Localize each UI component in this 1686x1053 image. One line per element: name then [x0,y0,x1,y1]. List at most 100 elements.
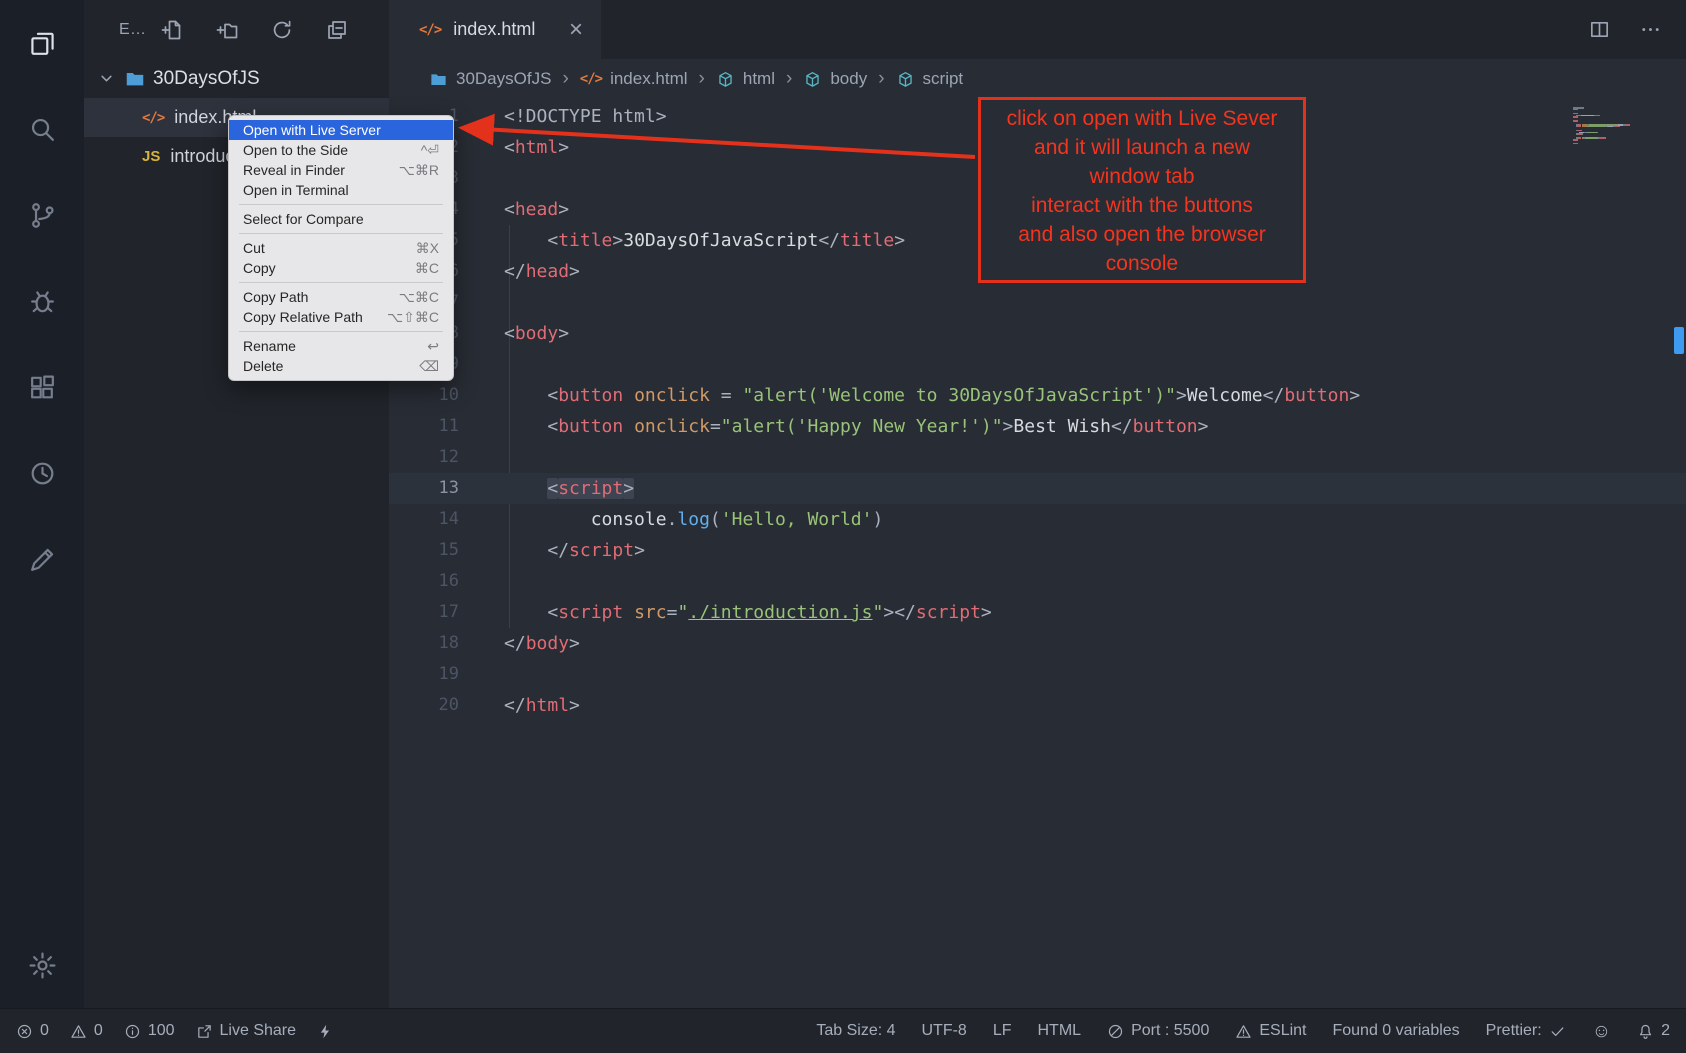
js-file-icon: JS [142,148,160,165]
status-label: Port : 5500 [1131,1022,1209,1040]
breadcrumb-label: 30DaysOfJS [456,69,551,89]
menu-item-label: Copy [243,260,403,276]
explorer-header: E… [84,0,389,59]
line-number: 14 [389,504,459,535]
breadcrumb-separator: › [699,68,705,90]
collapse-all-icon[interactable] [325,18,349,42]
menu-item-reveal-in-finder[interactable]: Reveal in Finder⌥⌘R [229,160,453,180]
status-100[interactable]: 100 [124,1022,175,1040]
code-line-13[interactable]: 13 <script> [389,473,1686,504]
annotation-box: click on open with Live Severand it will… [978,97,1306,283]
annotation-line: and also open the browser [981,220,1303,249]
html-file-icon: </> [580,71,602,87]
breadcrumb-item-body[interactable]: body [803,69,867,89]
check-icon [1549,1023,1566,1040]
code-line-19[interactable]: 19 [389,659,1686,690]
status-smiley-icon[interactable]: ☺ [1592,1022,1611,1041]
status-lightning-icon[interactable] [317,1023,334,1040]
menu-item-shortcut: ⌥⌘C [399,289,439,306]
activity-run-debug-icon[interactable] [0,258,84,344]
status-utf-8[interactable]: UTF-8 [922,1022,967,1040]
activity-source-control-icon[interactable] [0,172,84,258]
code-line-17[interactable]: 17 <script src="./introduction.js"></scr… [389,597,1686,628]
menu-item-label: Cut [243,240,404,256]
breadcrumb-item-index-html[interactable]: </>index.html [580,69,688,89]
menu-item-label: Rename [243,338,415,354]
code-line-10[interactable]: 10 <button onclick = "alert('Welcome to … [389,380,1686,411]
status-0[interactable]: 0 [16,1022,49,1040]
activity-settings-gear-icon[interactable] [0,922,84,1008]
code-line-11[interactable]: 11 <button onclick="alert('Happy New Yea… [389,411,1686,442]
warning-icon [70,1023,87,1040]
status-live-share[interactable]: Live Share [196,1022,297,1040]
breadcrumb-separator: › [562,68,568,90]
code-line-7[interactable]: 7 [389,287,1686,318]
activity-extensions-icon[interactable] [0,344,84,430]
status-2[interactable]: 2 [1637,1022,1670,1040]
line-number: 13 [389,473,459,504]
settings-gear-icon [27,950,58,981]
status-bar-left: 0 0 100 Live Share [0,1009,334,1053]
status-0[interactable]: 0 [70,1022,103,1040]
code-line-16[interactable]: 16 [389,566,1686,597]
activity-history-icon[interactable] [0,430,84,516]
status-label: Tab Size: 4 [816,1022,895,1040]
code-line-18[interactable]: 18</body> [389,628,1686,659]
activity-explorer-icon[interactable] [0,0,84,86]
code-line-20[interactable]: 20</html> [389,690,1686,721]
menu-item-cut[interactable]: Cut⌘X [229,238,453,258]
breadcrumb-item-30daysofjs[interactable]: 30DaysOfJS [429,69,551,89]
status-port-5500[interactable]: Port : 5500 [1107,1022,1209,1040]
status-tab-size-4[interactable]: Tab Size: 4 [816,1022,895,1040]
menu-item-copy-relative-path[interactable]: Copy Relative Path⌥⇧⌘C [229,307,453,327]
status-found-0-variables[interactable]: Found 0 variables [1332,1022,1459,1040]
minimap[interactable] [1573,107,1668,145]
refresh-icon[interactable] [270,18,294,42]
line-number: 10 [389,380,459,411]
activity-feedback-icon[interactable] [0,516,84,602]
close-icon[interactable]: × [569,18,583,42]
menu-item-rename[interactable]: Rename↩ [229,336,453,356]
menu-item-copy-path[interactable]: Copy Path⌥⌘C [229,287,453,307]
menu-item-shortcut: ⌘C [415,260,439,277]
menu-item-copy[interactable]: Copy ⌘C [229,258,453,278]
menu-item-select-for-compare[interactable]: Select for Compare [229,209,453,229]
bell-icon [1637,1023,1654,1040]
annotation-line: interact with the buttons [981,191,1303,220]
editor-actions [1588,0,1686,59]
live-share-icon [196,1023,213,1040]
status-lf[interactable]: LF [993,1022,1012,1040]
menu-item-open-with-live-server[interactable]: Open with Live Server [229,120,453,140]
tab-label: index.html [453,19,535,40]
new-file-icon[interactable] [160,18,184,42]
code-line-12[interactable]: 12 [389,442,1686,473]
code-line-8[interactable]: 8<body> [389,318,1686,349]
tab-index-html[interactable]: </> index.html × [389,0,601,59]
history-icon [27,458,58,489]
status-eslint[interactable]: ESLint [1235,1022,1306,1040]
line-number: 11 [389,411,459,442]
menu-item-open-in-terminal[interactable]: Open in Terminal [229,180,453,200]
split-editor-icon[interactable] [1588,18,1611,41]
breadcrumb-item-html[interactable]: html [716,69,775,89]
symbol-cube-icon [716,70,735,89]
folder-row-30daysofjs[interactable]: 30DaysOfJS [84,59,389,98]
code-line-14[interactable]: 14 console.log('Hello, World') [389,504,1686,535]
status-label: 0 [40,1022,49,1040]
more-actions-icon[interactable] [1639,18,1662,41]
new-folder-icon[interactable] [215,18,239,42]
breadcrumb: 30DaysOfJS›</>index.html›html›body›scrip… [389,59,1686,99]
explorer-icon [27,28,58,59]
breadcrumb-item-script[interactable]: script [896,69,964,89]
menu-item-label: Reveal in Finder [243,162,387,178]
menu-item-delete[interactable]: Delete⌫ [229,356,453,376]
menu-separator [239,331,443,332]
explorer-actions [160,18,349,42]
code-line-9[interactable]: 9 [389,349,1686,380]
status-prettier[interactable]: Prettier: [1486,1022,1566,1040]
menu-separator [239,282,443,283]
activity-search-icon[interactable] [0,86,84,172]
menu-item-open-to-the-side[interactable]: Open to the Side^⏎ [229,140,453,160]
status-html[interactable]: HTML [1038,1022,1082,1040]
code-line-15[interactable]: 15 </script> [389,535,1686,566]
